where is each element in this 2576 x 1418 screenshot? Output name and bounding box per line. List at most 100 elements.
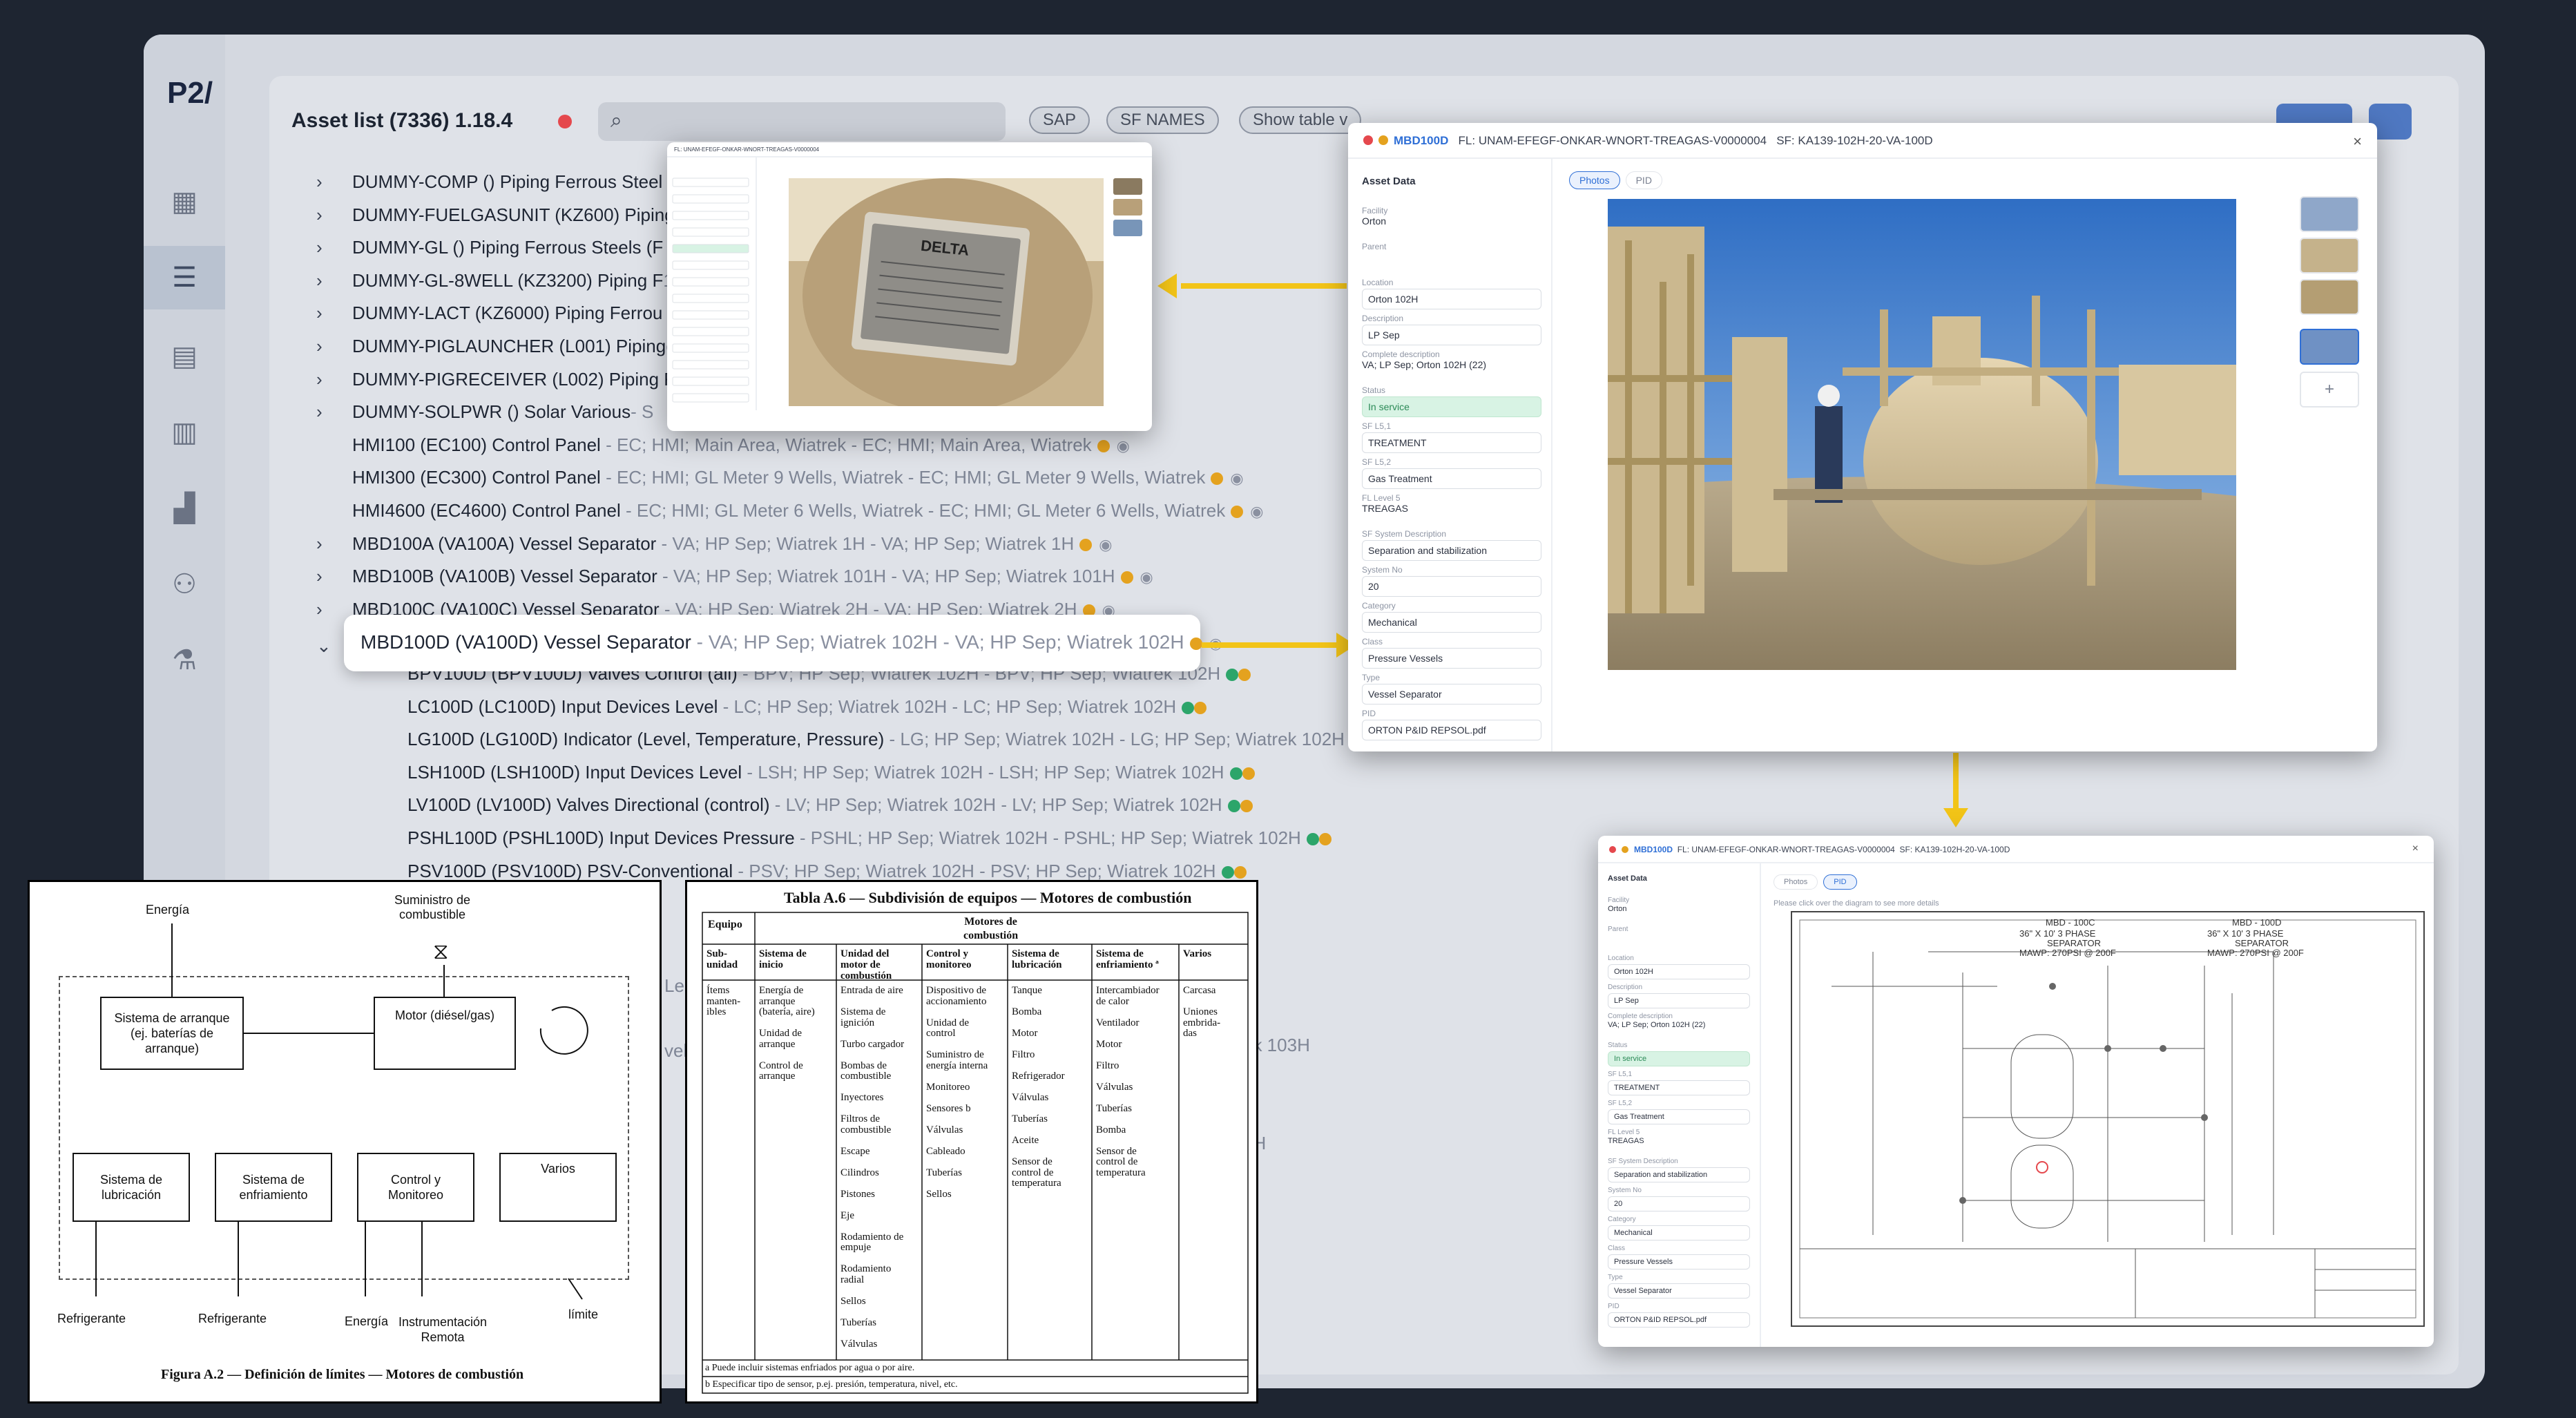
tree-row[interactable]: › MBD100A (VA100A) Vessel Separator - VA;… <box>316 533 1112 555</box>
fig-caption: Figura A.2 — Definición de límites — Mot… <box>161 1367 524 1382</box>
tree-row[interactable]: › MBD100B (VA100B) Vessel Separator - VA;… <box>316 566 1153 587</box>
tree-row[interactable]: HMI4600 (EC4600) Control Panel - EC; HMI… <box>352 500 1263 521</box>
pid-tab-photos[interactable]: Photos <box>1774 874 1818 890</box>
small-thumb-3[interactable] <box>1113 220 1142 236</box>
pid-drawing[interactable]: MBD - 100C 36" X 10' 3 PHASE SEPARATOR M… <box>1790 910 2425 1328</box>
child-row[interactable]: LC100D (LC100D) Input Devices Level - LC… <box>407 696 1207 718</box>
add-photo-button[interactable]: + <box>2300 372 2359 408</box>
pid-field-value[interactable]: Gas Treatment <box>1608 1109 1750 1124</box>
pid-field-value[interactable]: Vessel Separator <box>1608 1283 1750 1299</box>
child-row[interactable]: PSV100D (PSV100D) PSV-Conventional - PSV… <box>407 861 1247 882</box>
tree-row[interactable]: › DUMMY-LACT (KZ6000) Piping Ferrou <box>316 303 662 324</box>
field-value[interactable]: LP Sep <box>1362 325 1541 345</box>
tree-row[interactable]: ›DUMMY-FUELGASUNIT (KZ600) Pipingrek <box>316 204 700 226</box>
pid-field-value[interactable]: LP Sep <box>1608 993 1750 1008</box>
status-dot-orange <box>1231 506 1244 518</box>
pid-label-3: MAWP: 270PSI @ 200F <box>2019 948 2116 958</box>
table-icon[interactable]: ▤ <box>144 325 225 388</box>
child-row[interactable]: LV100D (LV100D) Valves Directional (cont… <box>407 794 1253 816</box>
chevron-down-icon[interactable]: ⌄ <box>316 635 331 657</box>
eye-icon[interactable]: ◉ <box>1099 536 1112 554</box>
eye-icon[interactable]: ◉ <box>1140 568 1153 586</box>
close-icon[interactable]: × <box>2353 133 2362 151</box>
building-icon[interactable]: ▟ <box>144 477 225 540</box>
list-icon[interactable]: ☰ <box>144 246 225 309</box>
eye-icon[interactable]: ◉ <box>1117 437 1130 455</box>
chevron-right-icon[interactable]: › <box>316 369 337 390</box>
people-icon[interactable]: ⚇ <box>144 553 225 616</box>
tab-photos[interactable]: Photos <box>1569 171 1620 189</box>
filter-sf-names[interactable]: SF NAMES <box>1106 106 1219 134</box>
filter-show-table[interactable]: Show table v <box>1239 106 1362 134</box>
eye-icon[interactable]: ◉ <box>1250 503 1263 521</box>
chevron-right-icon[interactable]: › <box>316 401 337 423</box>
chevron-right-icon[interactable]: › <box>316 204 337 226</box>
pid-field-label: Type <box>1608 1274 1623 1281</box>
pid-field-value[interactable]: In service <box>1608 1051 1750 1066</box>
tree-row[interactable]: HMI100 (EC100) Control Panel - EC; HMI; … <box>352 434 1130 456</box>
pid-field-value[interactable]: 20 <box>1608 1196 1750 1211</box>
table-column-cell: Dispositivo de accionamiento Unidad de c… <box>926 985 988 1200</box>
field-label: Parent <box>1362 242 1387 251</box>
tree-row-meta: - VA; HP Sep; Wiatrek 101H - VA; HP Sep;… <box>657 566 1115 587</box>
tree-row[interactable]: HMI300 (EC300) Control Panel - EC; HMI; … <box>352 467 1244 488</box>
tree-row[interactable]: › DUMMY-GL () Piping Ferrous Steels (F <box>316 237 663 258</box>
pid-field-value[interactable]: TREATMENT <box>1608 1080 1750 1095</box>
child-row[interactable]: LG100D (LG100D) Indicator (Level, Temper… <box>407 729 1375 750</box>
tree-row[interactable]: › DUMMY-COMP () Piping Ferrous Steel <box>316 171 662 193</box>
field-value[interactable]: Pressure Vessels <box>1362 648 1541 669</box>
field-value[interactable]: Orton 102H <box>1362 289 1541 309</box>
search-input[interactable]: ⌕ <box>598 102 1006 141</box>
pid-tab-pid[interactable]: PID <box>1823 874 1857 890</box>
pid-field-value[interactable]: Mechanical <box>1608 1225 1750 1240</box>
field-value[interactable]: 20 <box>1362 576 1541 597</box>
spreadsheet-icon[interactable]: ▥ <box>144 401 225 464</box>
tree-row-label: DUMMY-FUELGASUNIT (KZ600) Piping <box>352 204 675 225</box>
table-header-cell: Sistema de lubricación <box>1012 948 1062 970</box>
pid-field-value[interactable]: Pressure Vessels <box>1608 1254 1750 1270</box>
chevron-right-icon[interactable]: › <box>316 171 337 193</box>
field-value[interactable]: Separation and stabilization <box>1362 540 1541 561</box>
thumb-2[interactable] <box>2300 238 2359 274</box>
chevron-right-icon[interactable]: › <box>316 237 337 258</box>
field-value[interactable]: ORTON P&ID REPSOL.pdf <box>1362 720 1541 740</box>
child-row[interactable]: LSH100D (LSH100D) Input Devices Level - … <box>407 762 1255 783</box>
tree-row[interactable]: › DUMMY-SOLPWR () Solar Various- S <box>316 401 653 423</box>
child-row[interactable]: PSHL100D (PSHL100D) Input Devices Pressu… <box>407 827 1332 849</box>
field-value[interactable]: Mechanical <box>1362 612 1541 633</box>
filter-sap[interactable]: SAP <box>1029 106 1090 134</box>
eye-icon[interactable]: ◉ <box>1230 470 1243 488</box>
fig-label-energia-2: Energía <box>345 1314 389 1328</box>
field-value[interactable]: Gas Treatment <box>1362 468 1541 489</box>
arrow-to-small-modal <box>1181 283 1347 289</box>
pid-field-label: PID <box>1608 1303 1619 1310</box>
chevron-right-icon[interactable]: › <box>316 566 337 587</box>
nameplate-photo: DELTA <box>789 178 1104 406</box>
grid-icon[interactable]: ▦ <box>144 170 225 233</box>
pid-close-icon[interactable]: × <box>2412 843 2419 855</box>
status-dot-orange <box>1079 538 1093 551</box>
pid-field-label: SF L5,1 <box>1608 1071 1633 1078</box>
chevron-right-icon[interactable]: › <box>316 270 337 291</box>
pid-field-value[interactable]: Separation and stabilization <box>1608 1167 1750 1182</box>
thumb-4[interactable] <box>2300 329 2359 365</box>
field-value[interactable]: In service <box>1362 396 1541 417</box>
thumb-1[interactable] <box>2300 196 2359 232</box>
tab-pid[interactable]: PID <box>1625 171 1662 189</box>
pid-field-value[interactable]: ORTON P&ID REPSOL.pdf <box>1608 1312 1750 1328</box>
field-value[interactable]: Vessel Separator <box>1362 684 1541 705</box>
thumb-3[interactable] <box>2300 279 2359 315</box>
chevron-right-icon[interactable]: › <box>316 533 337 555</box>
pid-field-label: Category <box>1608 1216 1636 1223</box>
flask-icon[interactable]: ⚗ <box>144 629 225 692</box>
modal-fl: FL: UNAM-EFEGF-ONKAR-WNORT-TREAGAS-V0000… <box>1458 134 1767 147</box>
chevron-right-icon[interactable]: › <box>316 303 337 324</box>
pid-field-value[interactable]: Orton 102H <box>1608 964 1750 979</box>
small-form-fields <box>672 178 749 403</box>
chevron-right-icon[interactable]: › <box>316 336 337 357</box>
field-value[interactable]: TREATMENT <box>1362 432 1541 453</box>
selected-asset-row[interactable]: MBD100D (VA100D) Vessel Separator - VA; … <box>344 615 1222 671</box>
small-thumb-1[interactable] <box>1113 178 1142 195</box>
chevron-right-icon[interactable]: › <box>316 599 337 620</box>
small-thumb-2[interactable] <box>1113 199 1142 215</box>
